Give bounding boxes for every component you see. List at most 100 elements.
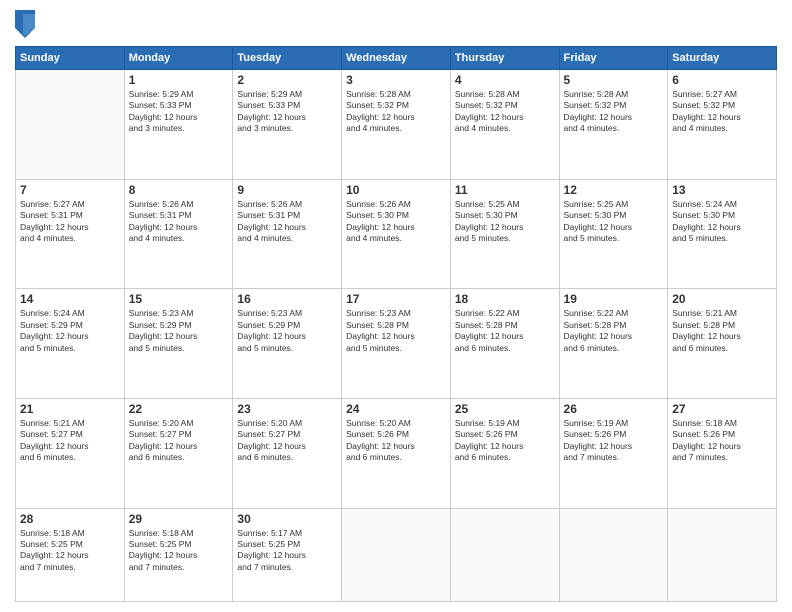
calendar-cell: 16Sunrise: 5:23 AMSunset: 5:29 PMDayligh… — [233, 289, 342, 399]
cell-info: Sunrise: 5:25 AMSunset: 5:30 PMDaylight:… — [455, 199, 555, 245]
day-number: 11 — [455, 183, 555, 197]
day-number: 3 — [346, 73, 446, 87]
calendar-cell: 28 Sunrise: 5:18 AMSunset: 5:25 PMDayligh… — [16, 508, 125, 602]
calendar-table: SundayMondayTuesdayWednesdayThursdayFrid… — [15, 46, 777, 602]
day-number: 5 — [564, 73, 664, 87]
calendar-cell: 23 Sunrise: 5:20 AMSunset: 5:27 PMDayligh… — [233, 398, 342, 508]
day-number: 15 — [129, 292, 229, 306]
calendar-cell: 19 Sunrise: 5:22 AMSunset: 5:28 PMDayligh… — [559, 289, 668, 399]
calendar-cell: 27 Sunrise: 5:18 AMSunset: 5:26 PMDayligh… — [668, 398, 777, 508]
day-number: 14 — [20, 292, 120, 306]
day-number: 19 — [564, 292, 664, 306]
day-number: 27 — [672, 402, 772, 416]
day-number: 1 — [129, 73, 229, 87]
calendar-cell: 24 Sunrise: 5:20 AMSunset: 5:26 PMDayligh… — [342, 398, 451, 508]
day-number: 9 — [237, 183, 337, 197]
day-number: 10 — [346, 183, 446, 197]
cell-info: Sunrise: 5:18 AMSunset: 5:25 PMDaylight:… — [129, 528, 229, 574]
day-number: 20 — [672, 292, 772, 306]
calendar-cell: 3 Sunrise: 5:28 AMSunset: 5:32 PMDaylight… — [342, 70, 451, 180]
day-number: 30 — [237, 512, 337, 526]
calendar-cell: 1 Sunrise: 5:29 AMSunset: 5:33 PMDaylight… — [124, 70, 233, 180]
day-number: 16 — [237, 292, 337, 306]
calendar-cell: 11 Sunrise: 5:25 AMSunset: 5:30 PMDayligh… — [450, 179, 559, 289]
cell-info: Sunrise: 5:21 AMSunset: 5:28 PMDaylight:… — [672, 308, 772, 354]
logo-icon — [15, 10, 35, 38]
calendar-cell: 25Sunrise: 5:19 AMSunset: 5:26 PMDayligh… — [450, 398, 559, 508]
calendar-cell: 20 Sunrise: 5:21 AMSunset: 5:28 PMDayligh… — [668, 289, 777, 399]
cell-info: Sunrise: 5:20 AMSunset: 5:26 PMDaylight:… — [346, 418, 446, 464]
cell-info: Sunrise: 5:20 AMSunset: 5:27 PMDaylight:… — [237, 418, 337, 464]
calendar-week-1: 1 Sunrise: 5:29 AMSunset: 5:33 PMDaylight… — [16, 70, 777, 180]
calendar-cell: 6Sunrise: 5:27 AMSunset: 5:32 PMDaylight… — [668, 70, 777, 180]
cell-info: Sunrise: 5:18 AMSunset: 5:26 PMDaylight:… — [672, 418, 772, 464]
day-number: 12 — [564, 183, 664, 197]
page: SundayMondayTuesdayWednesdayThursdayFrid… — [0, 0, 792, 612]
cell-info: Sunrise: 5:28 AMSunset: 5:32 PMDaylight:… — [346, 89, 446, 135]
cell-info: Sunrise: 5:17 AMSunset: 5:25 PMDaylight:… — [237, 528, 337, 574]
cell-info: Sunrise: 5:26 AMSunset: 5:30 PMDaylight:… — [346, 199, 446, 245]
calendar-cell: 18 Sunrise: 5:22 AMSunset: 5:28 PMDayligh… — [450, 289, 559, 399]
col-header-wednesday: Wednesday — [342, 47, 451, 70]
calendar-week-3: 14 Sunrise: 5:24 AMSunset: 5:29 PMDayligh… — [16, 289, 777, 399]
calendar-cell — [450, 508, 559, 602]
cell-info: Sunrise: 5:29 AMSunset: 5:33 PMDaylight:… — [129, 89, 229, 135]
calendar-cell: 4Sunrise: 5:28 AMSunset: 5:32 PMDaylight… — [450, 70, 559, 180]
day-number: 13 — [672, 183, 772, 197]
cell-info: Sunrise: 5:24 AMSunset: 5:30 PMDaylight:… — [672, 199, 772, 245]
col-header-thursday: Thursday — [450, 47, 559, 70]
day-number: 26 — [564, 402, 664, 416]
cell-info: Sunrise: 5:26 AMSunset: 5:31 PMDaylight:… — [129, 199, 229, 245]
cell-info: Sunrise: 5:19 AMSunset: 5:26 PMDaylight:… — [564, 418, 664, 464]
day-number: 18 — [455, 292, 555, 306]
day-number: 29 — [129, 512, 229, 526]
col-header-tuesday: Tuesday — [233, 47, 342, 70]
cell-info: Sunrise: 5:18 AMSunset: 5:25 PMDaylight:… — [20, 528, 120, 574]
calendar-cell — [668, 508, 777, 602]
header — [15, 10, 777, 38]
col-header-saturday: Saturday — [668, 47, 777, 70]
calendar-cell: 14 Sunrise: 5:24 AMSunset: 5:29 PMDayligh… — [16, 289, 125, 399]
calendar-cell: 13 Sunrise: 5:24 AMSunset: 5:30 PMDayligh… — [668, 179, 777, 289]
cell-info: Sunrise: 5:23 AMSunset: 5:29 PMDaylight:… — [129, 308, 229, 354]
day-number: 23 — [237, 402, 337, 416]
cell-info: Sunrise: 5:29 AMSunset: 5:33 PMDaylight:… — [237, 89, 337, 135]
col-header-sunday: Sunday — [16, 47, 125, 70]
calendar-cell: 12 Sunrise: 5:25 AMSunset: 5:30 PMDayligh… — [559, 179, 668, 289]
day-number: 7 — [20, 183, 120, 197]
day-number: 17 — [346, 292, 446, 306]
cell-info: Sunrise: 5:28 AMSunset: 5:32 PMDaylight:… — [564, 89, 664, 135]
day-number: 28 — [20, 512, 120, 526]
calendar-cell: 2 Sunrise: 5:29 AMSunset: 5:33 PMDaylight… — [233, 70, 342, 180]
cell-info: Sunrise: 5:23 AMSunset: 5:28 PMDaylight:… — [346, 308, 446, 354]
calendar-cell — [342, 508, 451, 602]
cell-info: Sunrise: 5:22 AMSunset: 5:28 PMDaylight:… — [564, 308, 664, 354]
cell-info: Sunrise: 5:28 AMSunset: 5:32 PMDaylight:… — [455, 89, 555, 135]
calendar-cell: 17 Sunrise: 5:23 AMSunset: 5:28 PMDayligh… — [342, 289, 451, 399]
col-header-monday: Monday — [124, 47, 233, 70]
day-number: 8 — [129, 183, 229, 197]
col-header-friday: Friday — [559, 47, 668, 70]
cell-info: Sunrise: 5:19 AMSunset: 5:26 PMDaylight:… — [455, 418, 555, 464]
calendar-cell: 9 Sunrise: 5:26 AMSunset: 5:31 PMDaylight… — [233, 179, 342, 289]
calendar-header-row: SundayMondayTuesdayWednesdayThursdayFrid… — [16, 47, 777, 70]
cell-info: Sunrise: 5:25 AMSunset: 5:30 PMDaylight:… — [564, 199, 664, 245]
calendar-cell: 26 Sunrise: 5:19 AMSunset: 5:26 PMDayligh… — [559, 398, 668, 508]
cell-info: Sunrise: 5:22 AMSunset: 5:28 PMDaylight:… — [455, 308, 555, 354]
calendar-cell: 29 Sunrise: 5:18 AMSunset: 5:25 PMDayligh… — [124, 508, 233, 602]
day-number: 22 — [129, 402, 229, 416]
cell-info: Sunrise: 5:24 AMSunset: 5:29 PMDaylight:… — [20, 308, 120, 354]
cell-info: Sunrise: 5:26 AMSunset: 5:31 PMDaylight:… — [237, 199, 337, 245]
calendar-cell: 22 Sunrise: 5:20 AMSunset: 5:27 PMDayligh… — [124, 398, 233, 508]
cell-info: Sunrise: 5:21 AMSunset: 5:27 PMDaylight:… — [20, 418, 120, 464]
logo — [15, 10, 39, 38]
calendar-week-5: 28 Sunrise: 5:18 AMSunset: 5:25 PMDayligh… — [16, 508, 777, 602]
cell-info: Sunrise: 5:20 AMSunset: 5:27 PMDaylight:… — [129, 418, 229, 464]
day-number: 2 — [237, 73, 337, 87]
cell-info: Sunrise: 5:27 AMSunset: 5:32 PMDaylight:… — [672, 89, 772, 135]
calendar-cell: 10 Sunrise: 5:26 AMSunset: 5:30 PMDayligh… — [342, 179, 451, 289]
cell-info: Sunrise: 5:27 AMSunset: 5:31 PMDaylight:… — [20, 199, 120, 245]
calendar-cell: 8 Sunrise: 5:26 AMSunset: 5:31 PMDaylight… — [124, 179, 233, 289]
calendar-week-2: 7 Sunrise: 5:27 AMSunset: 5:31 PMDaylight… — [16, 179, 777, 289]
day-number: 24 — [346, 402, 446, 416]
